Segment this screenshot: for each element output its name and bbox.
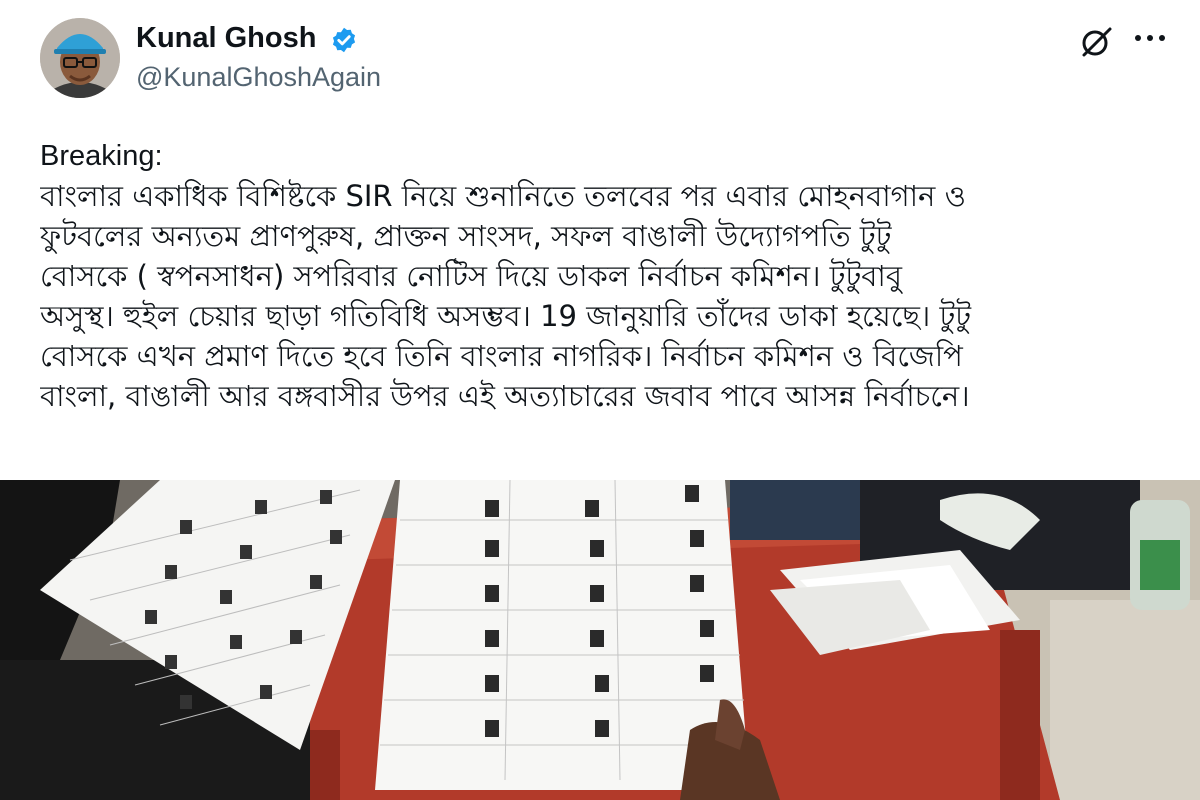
author-handle[interactable]: @KunalGhoshAgain — [136, 62, 381, 93]
more-options-icon[interactable] — [1130, 26, 1170, 50]
tweet-media-photo[interactable] — [0, 480, 1200, 800]
tweet-text-line: অসুস্থ। হুইল চেয়ার ছাড়া গতিবিধি অসম্ভব… — [40, 299, 972, 333]
tweet-text-line: ফুটবলের অন্যতম প্রাণপুরুষ, প্রাক্তন সাংস… — [40, 219, 892, 253]
author-avatar[interactable] — [40, 18, 120, 98]
tweet-text-line: বোসকে ( স্বপনসাধন) সপরিবার নোটিস দিয়ে ড… — [40, 259, 902, 293]
voter-list-photo — [0, 480, 1200, 800]
verified-badge-icon — [332, 27, 356, 53]
tweet-text-line: Breaking: — [40, 140, 163, 172]
tweet-body: Breaking: বাংলার একাধিক বিশিষ্টকে SIR নি… — [40, 136, 1170, 416]
tweet-text-line: বাংলা, বাঙালী আর বঙ্গবাসীর উপর এই অত্যাচ… — [40, 379, 970, 413]
author-name[interactable]: Kunal Ghosh — [136, 22, 316, 55]
tweet-text-line: বাংলার একাধিক বিশিষ্টকে SIR নিয়ে শুনানি… — [40, 179, 966, 213]
tweet-text-line: বোসকে এখন প্রমাণ দিতে হবে তিনি বাংলার না… — [40, 339, 963, 373]
avatar-photo — [40, 18, 120, 98]
tweet-card: Kunal Ghosh @KunalGhoshAgain Breaking: ব… — [0, 0, 1200, 480]
grok-icon[interactable] — [1078, 24, 1114, 60]
